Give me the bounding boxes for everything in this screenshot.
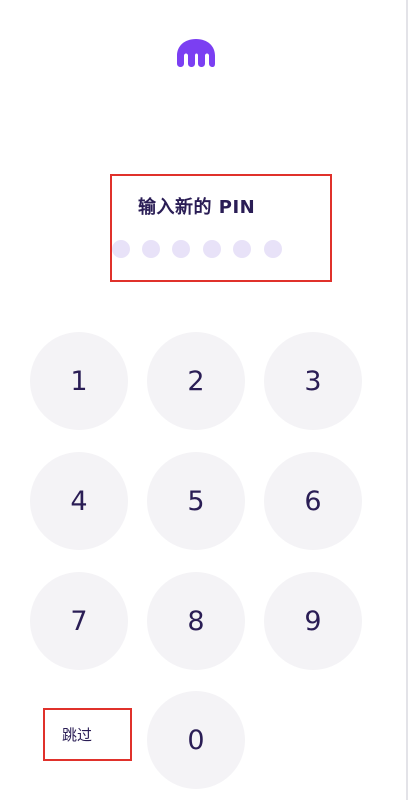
- keypad-key-7[interactable]: 7: [30, 572, 128, 670]
- keypad-key-6[interactable]: 6: [264, 452, 362, 550]
- keypad-key-3[interactable]: 3: [264, 332, 362, 430]
- skip-button[interactable]: 跳过: [62, 724, 92, 745]
- pin-entry-highlight: [110, 174, 332, 282]
- pin-dot: [172, 240, 190, 258]
- pin-setup-screen: 输入新的 PIN 1 2 3 4 5 6 7 8 9 跳过 0: [0, 0, 408, 800]
- keypad-key-0[interactable]: 0: [147, 691, 245, 789]
- pin-dot: [203, 240, 221, 258]
- keypad-key-8[interactable]: 8: [147, 572, 245, 670]
- keypad-key-5[interactable]: 5: [147, 452, 245, 550]
- pin-title: 输入新的 PIN: [138, 197, 256, 218]
- keypad-key-9[interactable]: 9: [264, 572, 362, 670]
- kraken-logo-icon: [177, 39, 215, 67]
- pin-dot: [233, 240, 251, 258]
- pin-dot: [264, 240, 282, 258]
- keypad-key-2[interactable]: 2: [147, 332, 245, 430]
- pin-dot: [142, 240, 160, 258]
- pin-dot: [112, 240, 130, 258]
- keypad-key-4[interactable]: 4: [30, 452, 128, 550]
- keypad-key-1[interactable]: 1: [30, 332, 128, 430]
